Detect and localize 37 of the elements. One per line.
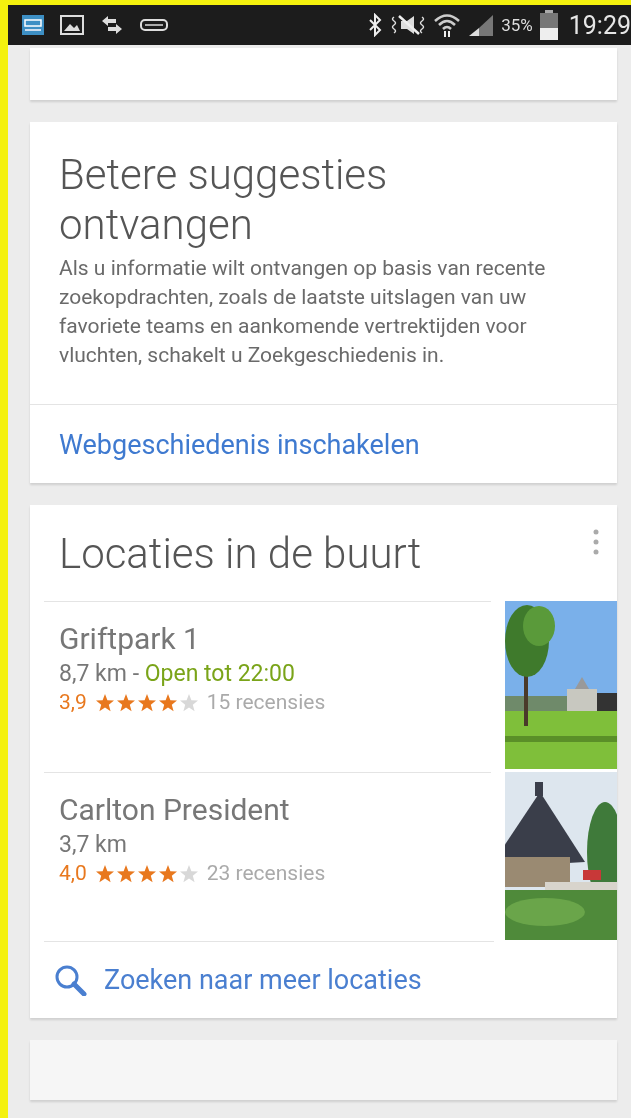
star-icon xyxy=(115,692,136,712)
review-count: 23 recensies xyxy=(206,861,326,885)
star-icon xyxy=(157,692,178,712)
battery-percentage: 35% xyxy=(501,15,533,35)
signal-icon xyxy=(467,13,496,37)
star-icon xyxy=(94,863,115,883)
clock-time: 19:29 xyxy=(568,10,631,40)
star-icon xyxy=(136,692,157,712)
description-text: Als u informatie wilt ontvangen op basis van recente zoekopdrachten, zoals de laatste uitslagen van uw favoriete teams en aankomende vertrektijden voor vluchten, schakelt u Zoekgeschiedenis in. xyxy=(59,255,547,369)
app-icon xyxy=(22,15,44,35)
place-name: Griftpark 1 xyxy=(59,620,201,658)
star-icon xyxy=(115,863,136,883)
star-icon xyxy=(136,863,157,883)
card-title: Locaties in de buurt xyxy=(59,529,422,579)
wifi-icon xyxy=(433,12,462,38)
enable-history-link[interactable]: Webgeschiedenis inschakelen xyxy=(59,429,420,461)
place-details: 3,7 km xyxy=(59,830,128,860)
star-icon xyxy=(157,863,178,883)
more-options-icon xyxy=(593,529,599,555)
star-icon xyxy=(94,692,115,712)
image-icon xyxy=(60,15,84,35)
card-title: Betere suggesties ontvangen xyxy=(59,150,389,250)
place-name: Carlton President xyxy=(59,791,291,829)
star-icon xyxy=(178,863,199,883)
rating-value: 3,9 xyxy=(59,690,87,714)
bluetooth-icon xyxy=(367,13,384,37)
star-icon xyxy=(178,692,199,712)
place-item[interactable]: Griftpark 1 8,7 km - Open tot 22:00 3,9 15 recensies xyxy=(44,601,617,770)
place-details: 8,7 km - Open tot 22:00 xyxy=(59,659,296,689)
battery-icon xyxy=(538,10,559,40)
rating-value: 4,0 xyxy=(59,861,87,885)
arrows-icon xyxy=(100,15,124,35)
device-icon xyxy=(140,17,168,33)
review-count: 15 recensies xyxy=(206,690,326,714)
search-more-link[interactable]: Zoeken naar meer locaties xyxy=(44,941,494,1018)
search-icon xyxy=(54,964,90,996)
place-item[interactable]: Carlton President 3,7 km 4,0 23 recensies xyxy=(44,772,617,941)
